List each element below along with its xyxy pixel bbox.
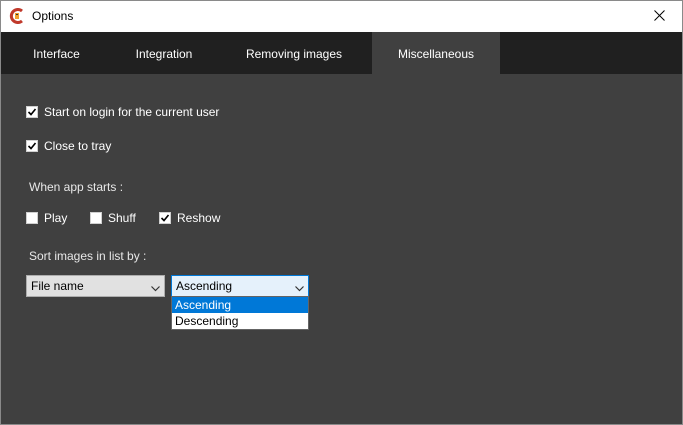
window-title: Options [32, 9, 74, 23]
checkmark-icon [160, 214, 170, 222]
play-label: Play [44, 211, 68, 225]
reshow-label: Reshow [177, 211, 221, 225]
tab-bar: Interface Integration Removing images Mi… [1, 32, 682, 74]
checkbox-box[interactable] [26, 212, 38, 224]
chevron-down-icon [295, 281, 304, 295]
sort-images-label: Sort images in list by : [29, 249, 147, 263]
close-to-tray-checkbox[interactable]: Close to tray [26, 139, 111, 153]
start-on-login-checkbox[interactable]: Start on login for the current user [26, 105, 219, 119]
tab-removing-images[interactable]: Removing images [216, 32, 372, 74]
shuff-label: Shuff [108, 211, 136, 225]
play-checkbox[interactable]: Play [26, 211, 67, 225]
sort-order-select[interactable]: Ascending [171, 275, 309, 297]
miscellaneous-panel: Start on login for the current user Clos… [1, 74, 682, 424]
title-bar: Options [1, 1, 682, 32]
sort-order-value: Ascending [176, 279, 233, 293]
sort-field-select[interactable]: File name [26, 275, 165, 297]
when-app-starts-label: When app starts : [29, 180, 124, 194]
checkbox-box[interactable] [90, 212, 102, 224]
option-descending[interactable]: Descending [172, 313, 308, 329]
tab-miscellaneous[interactable]: Miscellaneous [372, 32, 500, 74]
close-button[interactable] [636, 1, 682, 32]
checkbox-box[interactable] [26, 106, 38, 118]
tab-interface[interactable]: Interface [1, 32, 112, 74]
checkmark-icon [27, 108, 37, 116]
checkmark-icon [27, 142, 37, 150]
app-logo-icon [9, 8, 25, 24]
chevron-down-icon [151, 281, 160, 295]
option-ascending[interactable]: Ascending [172, 297, 308, 313]
shuff-checkbox[interactable]: Shuff [90, 211, 136, 225]
tab-integration[interactable]: Integration [112, 32, 216, 74]
start-on-login-label: Start on login for the current user [44, 105, 220, 119]
options-window: Options Interface Integration Removing i… [0, 0, 683, 425]
close-to-tray-label: Close to tray [44, 139, 112, 153]
reshow-checkbox[interactable]: Reshow [159, 211, 220, 225]
checkbox-box[interactable] [26, 140, 38, 152]
checkbox-box[interactable] [159, 212, 171, 224]
sort-field-value: File name [31, 279, 84, 293]
close-icon [653, 9, 665, 24]
sort-order-dropdown-list: Ascending Descending [171, 296, 309, 330]
